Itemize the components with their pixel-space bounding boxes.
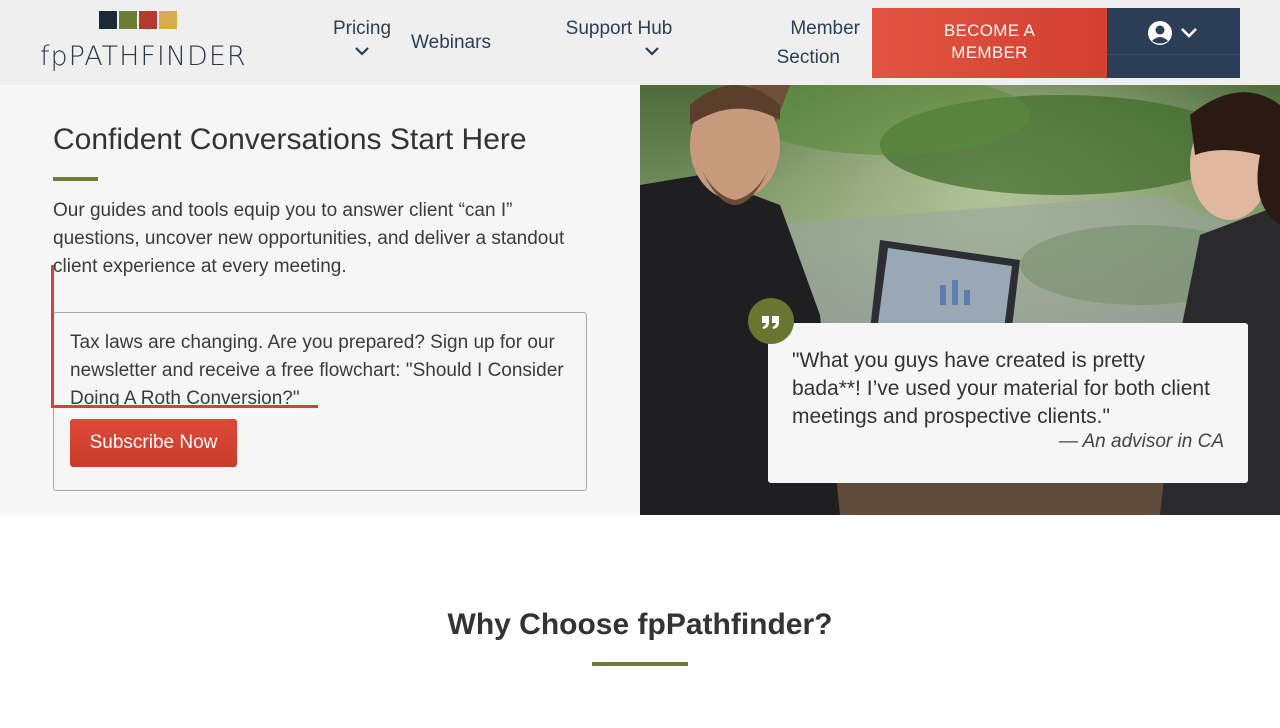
why-choose-title: Why Choose fpPathfinder?	[447, 608, 833, 641]
hero-description: Our guides and tools equip you to answer…	[53, 200, 565, 277]
nav-support-hub-label: Support Hub	[565, 18, 673, 39]
user-circle-icon	[1148, 21, 1172, 45]
why-choose-underline	[592, 662, 688, 666]
testimonial-card: "What you guys have created is pretty ba…	[768, 323, 1248, 483]
newsletter-signup-box: Tax laws are changing. Are you prepared?…	[53, 312, 587, 491]
quote-icon	[762, 316, 779, 329]
chevron-down-icon	[355, 47, 369, 56]
nav-pricing-label: Pricing	[332, 18, 392, 39]
testimonial-quote: "What you guys have created is pretty ba…	[792, 349, 1210, 428]
signup-accent-left	[51, 265, 54, 408]
hero-title-underline	[53, 177, 98, 181]
chevron-down-icon	[1181, 28, 1197, 38]
testimonial-attribution: — An advisor in CA	[1058, 431, 1224, 452]
nav-webinars-label: Webinars	[411, 32, 491, 53]
become-member-line2: MEMBER	[951, 43, 1028, 62]
account-menu-button[interactable]	[1107, 8, 1240, 78]
hero-section: Confident Conversations Start Here Our g…	[0, 85, 640, 515]
nav-member-line1: Member	[790, 18, 860, 39]
chevron-down-icon	[645, 47, 659, 56]
become-member-button[interactable]: BECOME A MEMBER	[872, 8, 1107, 78]
nav-member-section[interactable]: Member Section	[766, 14, 860, 72]
become-member-line1: BECOME A	[943, 21, 1036, 40]
nav-support-hub[interactable]: Support Hub	[556, 14, 682, 57]
site-header: fpPATHFINDER Pricing Webinars Support Hu…	[0, 0, 1280, 85]
logo-square-gold	[159, 11, 177, 29]
logo-text: fpPATHFINDER	[40, 41, 247, 72]
logo[interactable]: fpPATHFINDER	[40, 11, 250, 75]
hero-title: Confident Conversations Start Here	[53, 123, 527, 156]
signup-accent-bottom	[51, 405, 318, 408]
nav-pricing[interactable]: Pricing	[326, 14, 398, 57]
logo-squares	[99, 11, 177, 29]
newsletter-signup-text: Tax laws are changing. Are you prepared?…	[70, 332, 564, 409]
logo-square-navy	[99, 11, 117, 29]
logo-square-red	[139, 11, 157, 29]
subscribe-now-button[interactable]: Subscribe Now	[70, 419, 237, 467]
quote-badge	[748, 298, 794, 344]
nav-webinars[interactable]: Webinars	[404, 28, 498, 57]
nav-member-line2: Section	[776, 47, 840, 68]
account-divider	[1107, 54, 1240, 55]
logo-square-green	[119, 11, 137, 29]
